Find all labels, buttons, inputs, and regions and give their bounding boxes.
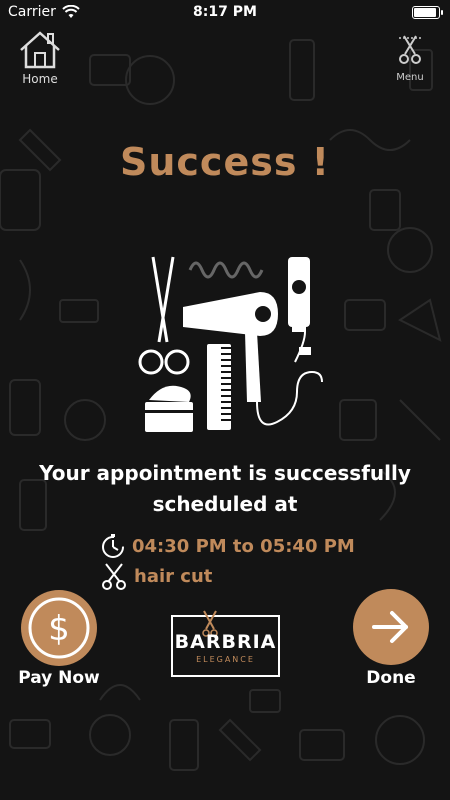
dollar-icon: $ [28,597,90,659]
svg-text:$: $ [48,609,70,649]
appointment-service-row: hair cut [100,562,212,590]
menu-label: Menu [396,72,424,83]
barber-tools-illustration [138,256,323,432]
timer-icon [102,534,124,558]
message-line-1: Your appointment is successfully [39,461,411,485]
message-line-2: scheduled at [152,492,298,516]
pay-now-label[interactable]: Pay Now [10,668,108,688]
home-icon [20,31,60,69]
menu-button[interactable]: Menu [392,32,428,83]
appointment-time: 04:30 PM to 05:40 PM [132,535,355,557]
confirmation-message: Your appointment is successfully schedul… [0,458,450,520]
page-title: Success ! [119,140,331,184]
status-time: 8:17 PM [193,4,257,20]
done-button[interactable] [353,589,429,665]
done-label[interactable]: Done [346,668,436,688]
home-label: Home [22,72,58,86]
logo-tagline: ELEGANCE [196,655,255,664]
arrow-right-icon [372,611,408,643]
brand-logo: BARBRIA ELEGANCE [171,610,280,677]
battery-icon [412,6,443,19]
scissors-icon [102,563,126,590]
scissors-comb-icon [399,35,421,64]
status-bar: Carrier 8:17 PM [0,0,450,26]
appointment-time-row: 04:30 PM to 05:40 PM [100,532,355,560]
appointment-service: hair cut [134,565,213,587]
logo-wordmark: BARBRIA [174,631,277,653]
pay-now-button[interactable]: $ [21,590,97,666]
home-button[interactable]: Home [14,30,66,86]
